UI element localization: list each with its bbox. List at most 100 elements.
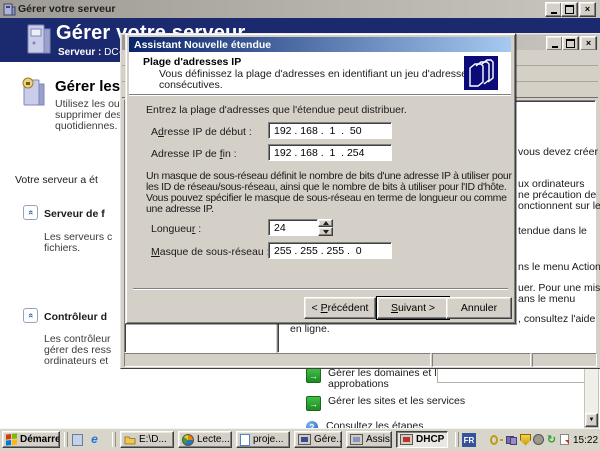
maximize-button[interactable] [562, 36, 579, 51]
start-ip-label: Adresse IP de début : [151, 126, 252, 138]
statusbar-segment [124, 353, 431, 367]
clock-status-icon[interactable] [533, 434, 544, 445]
close-icon: × [585, 5, 590, 14]
maximize-icon [565, 5, 574, 14]
windows-logo-icon [6, 433, 17, 445]
internet-explorer-icon[interactable]: e [89, 433, 100, 444]
key-icon[interactable] [492, 434, 503, 445]
taskbar-button-explorer[interactable]: E:\D... [120, 431, 174, 448]
help-text-fragment: vous devez créer [518, 146, 598, 158]
start-ip-input[interactable]: 192 . 168 . 1 . 50 [268, 122, 392, 139]
green-arrow-icon: → [306, 368, 321, 383]
tray-app-icon[interactable] [479, 434, 490, 445]
security-shield-icon[interactable] [520, 434, 531, 445]
wizard-header: Plage d'adresses IP Vous définissez la p… [129, 52, 511, 94]
media-player-icon [182, 434, 194, 446]
arrow-down-icon [323, 230, 329, 234]
taskbar-button-assistant[interactable]: Assis... [346, 431, 392, 448]
subnet-mask-value: 255 . 255 . 255 . 0 [274, 245, 362, 257]
end-ip-value: 192 . 168 . 1 . 254 [274, 147, 365, 159]
language-indicator[interactable]: FR [462, 433, 476, 447]
maximize-icon [566, 39, 575, 48]
help-text-fragment: onctionnent sur le [518, 200, 600, 212]
minimize-button[interactable] [545, 2, 562, 17]
header-divider [129, 94, 511, 96]
section-title-file-server: Serveur de f [44, 208, 105, 220]
subnet-mask-label: Masque de sous-réseau : [151, 246, 270, 258]
spinner-up-button[interactable] [318, 219, 333, 227]
tray-separator [455, 432, 459, 447]
network-icon[interactable] [506, 434, 517, 445]
help-text-fragment: en ligne. [290, 323, 330, 335]
section-text: ordinateurs et [44, 356, 108, 367]
window-title: Gérer votre serveur [18, 3, 115, 15]
content-box [437, 367, 597, 383]
back-button[interactable]: < Précédent [304, 297, 376, 319]
update-arrows-icon[interactable]: ↻ [546, 434, 557, 445]
minimize-icon [551, 12, 557, 14]
green-arrow-icon: → [306, 396, 321, 411]
minimize-button[interactable] [546, 36, 563, 51]
help-text-fragment: ns le menu Action. [518, 261, 600, 273]
server-icon [26, 23, 52, 57]
content-heading: Gérer les [55, 78, 120, 95]
close-icon: × [586, 39, 591, 48]
length-spinner[interactable] [318, 219, 333, 236]
wizard-page-subtitle: Vous définissez la plage d'adresses en i… [159, 69, 499, 91]
manage-roles-icon [20, 76, 48, 108]
taskbar-grip[interactable] [112, 432, 116, 447]
collapse-section-button[interactable]: » [23, 308, 38, 323]
cancel-button[interactable]: Annuler [446, 297, 512, 319]
subnet-mask-input[interactable]: 255 . 255 . 255 . 0 [268, 242, 392, 259]
scroll-down-button[interactable]: ▼ [585, 413, 598, 427]
taskbar-button-project[interactable]: proje... [236, 431, 290, 448]
collapse-section-button[interactable]: » [23, 205, 38, 220]
folder-icon [124, 435, 136, 445]
link-manage-sites[interactable]: → Gérer les sites et les services [306, 396, 470, 411]
length-label: Longueur : [151, 223, 201, 235]
chevron-up-icon: » [26, 313, 35, 318]
document-icon [240, 434, 250, 446]
mask-description: Un masque de sous-réseau définit le nomb… [146, 171, 512, 215]
taskbar-grip[interactable] [64, 432, 68, 447]
taskbar-button-dhcp[interactable]: DHCP [396, 431, 448, 448]
main-window-titlebar: Gérer votre serveur × [0, 0, 600, 18]
maximize-button[interactable] [561, 2, 578, 17]
end-ip-input[interactable]: 192 . 168 . 1 . 254 [268, 144, 392, 161]
scheduler-icon[interactable] [559, 434, 570, 445]
minimize-icon [552, 46, 558, 48]
length-input[interactable]: 24 [268, 219, 318, 236]
start-ip-value: 192 . 168 . 1 . 50 [274, 125, 362, 137]
help-text-fragment: tendue dans le [518, 225, 587, 237]
close-button[interactable]: × [580, 36, 597, 51]
taskbar: Démarrer e E:\D... Lecte... proje... Gér… [0, 428, 600, 451]
wizard-page-title: Plage d'adresses IP [143, 56, 241, 68]
wizard-instruction: Entrez la plage d'adresses que l'étendue… [146, 104, 407, 116]
button-divider [133, 288, 508, 290]
section-text: fichiers. [44, 243, 80, 254]
section-title-domain-controller: Contrôleur d [44, 311, 107, 323]
intro-text: quotidiennes. [55, 121, 117, 132]
start-button[interactable]: Démarrer [2, 431, 60, 448]
length-value: 24 [274, 222, 286, 234]
taskbar-button-manage-server[interactable]: Gére... [294, 431, 342, 448]
dhcp-console-icon [400, 434, 413, 445]
show-desktop-icon[interactable] [72, 434, 83, 445]
folders-icon [464, 56, 498, 90]
next-button[interactable]: Suivant > [377, 297, 449, 319]
app-icon [3, 3, 16, 16]
wizard-titlebar: Assistant Nouvelle étendue [129, 37, 511, 52]
chevron-up-icon: » [26, 210, 35, 215]
wizard-title: Assistant Nouvelle étendue [134, 39, 271, 51]
close-button[interactable]: × [579, 2, 596, 17]
help-text-fragment: , consultez l'aide [518, 313, 595, 325]
scrollbar[interactable]: ▼ [584, 368, 599, 428]
end-ip-label: Adresse IP de fin : [151, 148, 237, 160]
arrow-up-icon [323, 221, 329, 225]
computer-icon [298, 434, 311, 445]
statusbar-segment [532, 353, 597, 367]
spinner-down-button[interactable] [318, 227, 333, 236]
clock: 15:22 [573, 435, 598, 446]
computer-icon [350, 434, 363, 445]
taskbar-button-player[interactable]: Lecte... [178, 431, 232, 448]
